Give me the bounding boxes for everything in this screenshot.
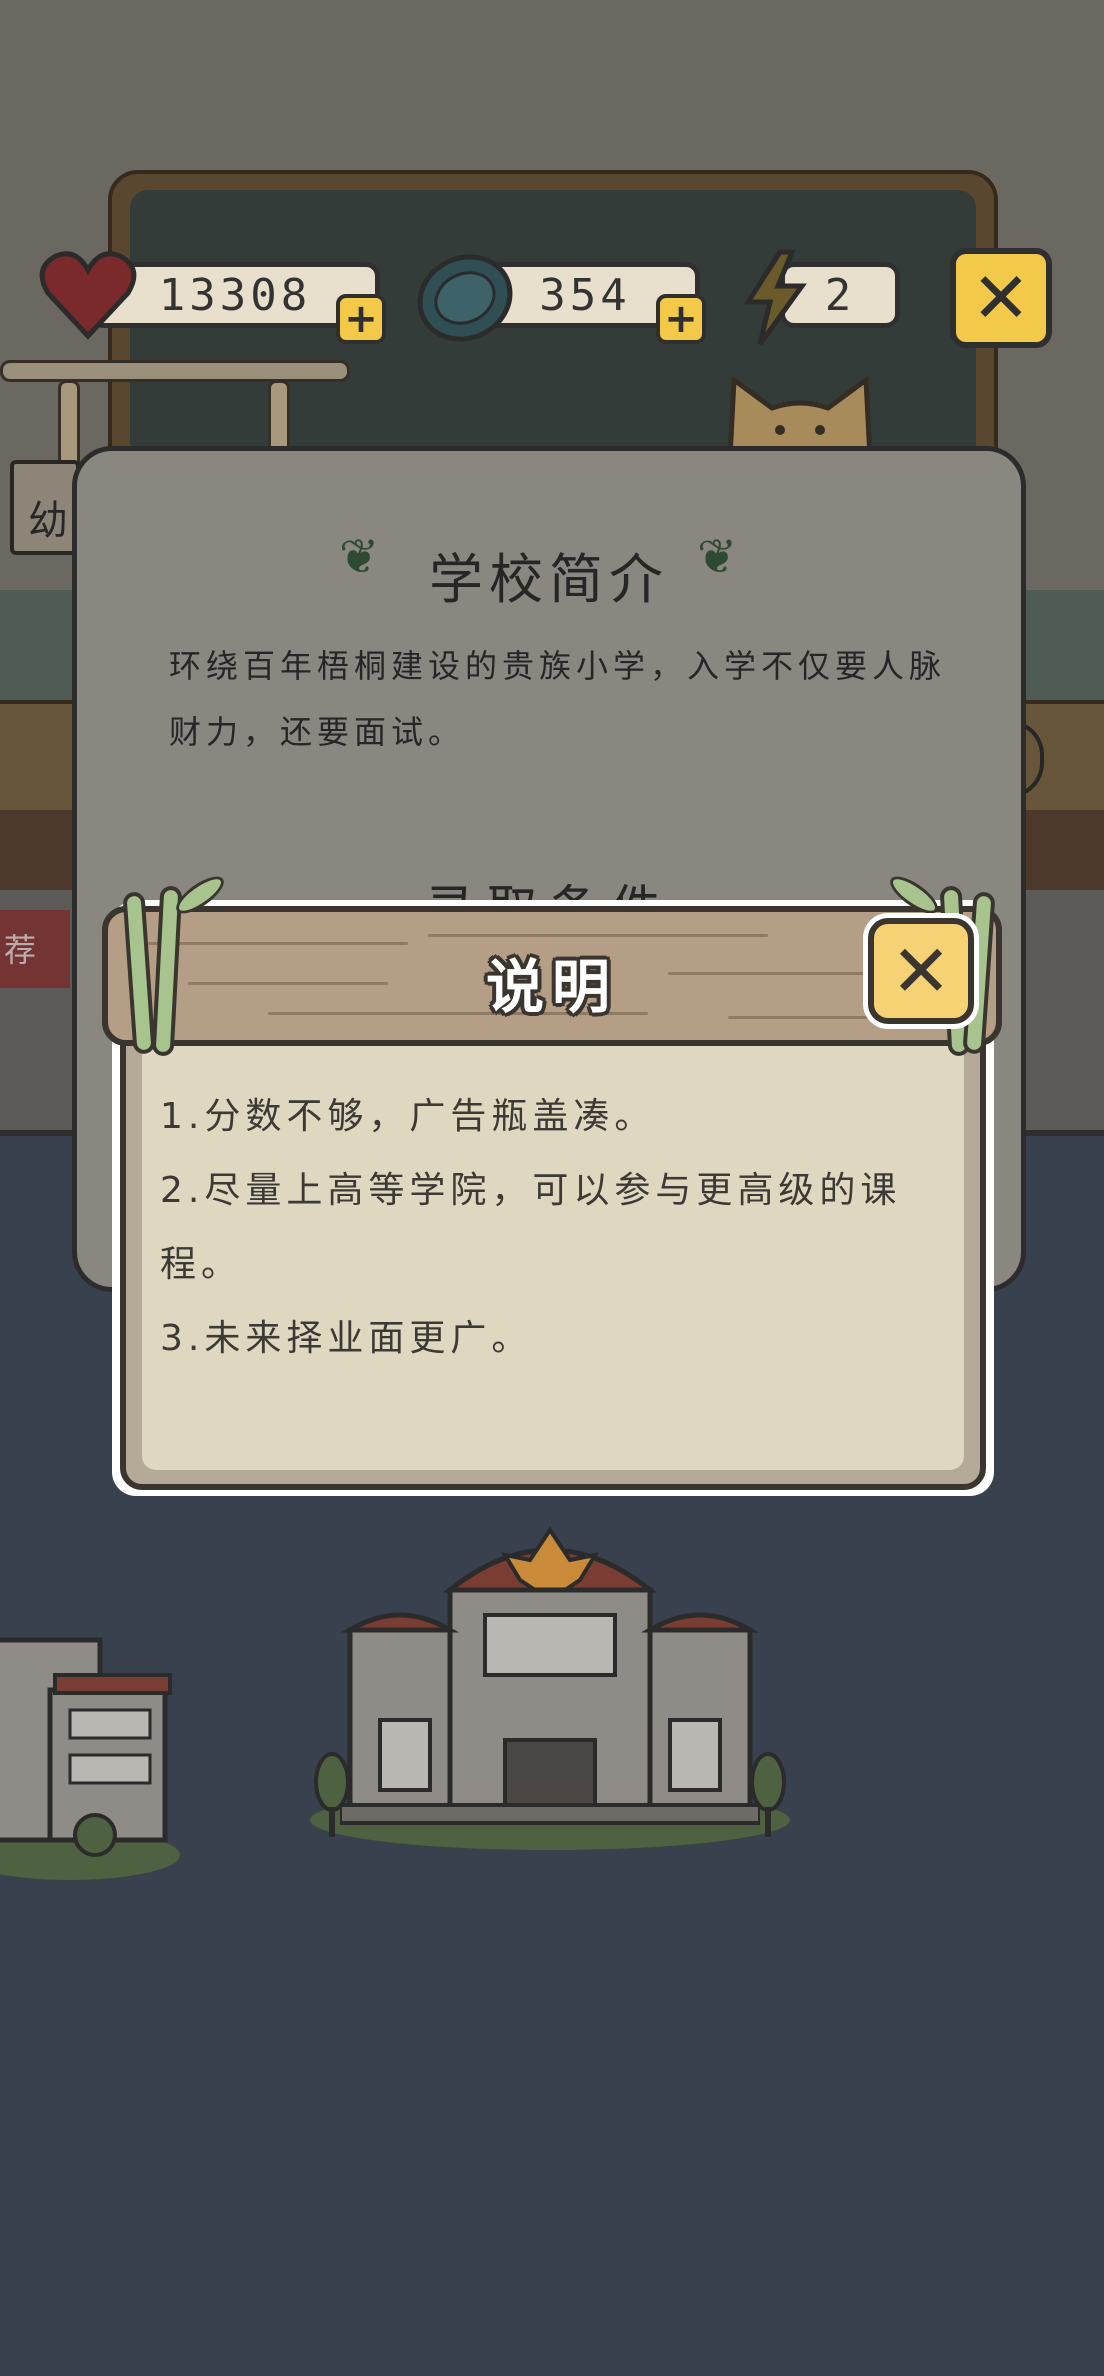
close-scene-button[interactable]: ✕ — [950, 248, 1052, 348]
add-coins-button[interactable]: + — [656, 294, 706, 344]
tree-icon — [750, 1752, 786, 1837]
add-hearts-button[interactable]: + — [336, 294, 386, 344]
energy-value: 2 — [824, 269, 856, 321]
small-building-icon — [0, 1637, 172, 1857]
lightning-icon — [743, 249, 807, 346]
intro-description: 环绕百年梧桐建设的贵族小学，入学不仅要人脉财力，还要面试。 — [169, 647, 947, 751]
dialog-close-button[interactable]: ✕ — [868, 918, 974, 1024]
school-building-icon — [340, 1526, 760, 1825]
close-icon: ✕ — [890, 929, 952, 1013]
dialog-line: 2.尽量上高等学院，可以参与更高级的课程。 — [160, 1170, 902, 1285]
dialog-line: 3.未来择业面更广。 — [160, 1318, 533, 1359]
dialog-content: 1.分数不够，广告瓶盖凑。 2.尽量上高等学院，可以参与更高级的课程。 3.未来… — [160, 1080, 920, 1376]
tree-icon — [314, 1752, 350, 1837]
coins-value: 354 — [539, 269, 631, 321]
dialog-line: 1.分数不够，广告瓶盖凑。 — [160, 1096, 656, 1137]
heart-icon — [39, 251, 137, 340]
bottle-cap-icon — [417, 254, 513, 342]
hearts-value: 13308 — [158, 269, 312, 321]
intro-title: 学校简介 — [429, 548, 669, 611]
